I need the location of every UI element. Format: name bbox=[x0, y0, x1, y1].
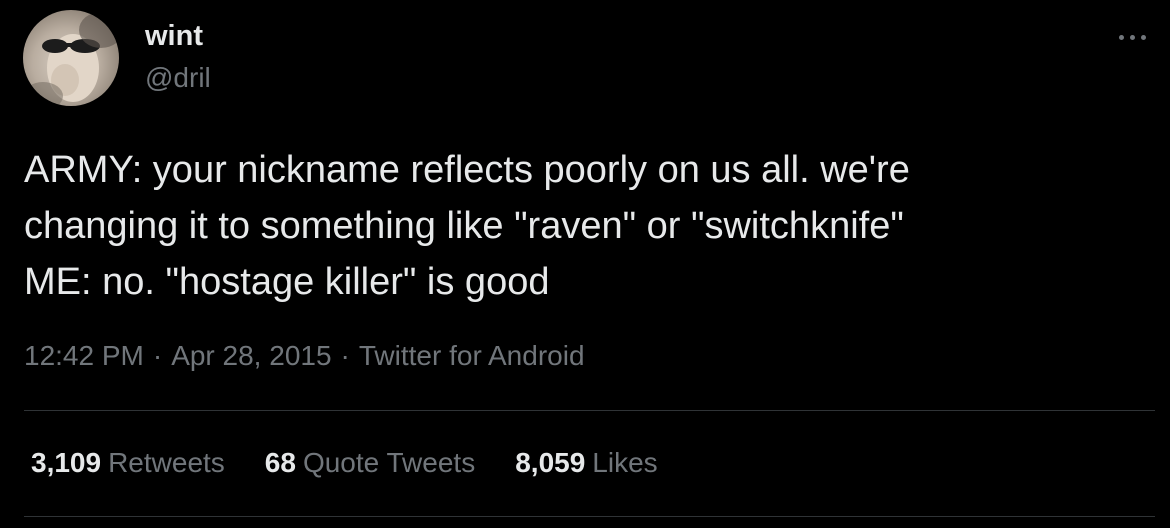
tweet-time[interactable]: 12:42 PM bbox=[24, 340, 144, 371]
divider bbox=[24, 410, 1155, 411]
avatar-image bbox=[23, 12, 119, 106]
more-horizontal-icon-dot bbox=[1129, 34, 1135, 40]
avatar[interactable] bbox=[23, 10, 119, 106]
more-horizontal-icon-dot bbox=[1140, 34, 1146, 40]
quote-tweets-count: 68 bbox=[264, 447, 296, 478]
tweet-source[interactable]: Twitter for Android bbox=[359, 340, 585, 371]
more-options-button[interactable] bbox=[1110, 20, 1154, 54]
meta-separator: · bbox=[152, 340, 163, 371]
more-horizontal-icon bbox=[1118, 34, 1124, 40]
quote-tweets-stat[interactable]: 68 Quote Tweets bbox=[265, 447, 475, 479]
tweet-metadata: 12:42 PM · Apr 28, 2015 · Twitter for Androi… bbox=[24, 340, 585, 372]
author-handle[interactable]: @dril bbox=[145, 62, 211, 94]
retweets-stat[interactable]: 3,109 Retweets bbox=[31, 447, 225, 479]
tweet-stats: 3,109 Retweets 68 Quote Tweets 8,059 Likes bbox=[31, 447, 698, 479]
retweets-count: 3,109 bbox=[31, 447, 102, 478]
meta-separator: · bbox=[340, 340, 350, 371]
retweets-label: Retweets bbox=[108, 447, 225, 478]
likes-count: 8,059 bbox=[515, 447, 586, 478]
likes-label: Likes bbox=[592, 447, 658, 478]
tweet-text: ARMY: your nickname reflects poorly on u… bbox=[24, 149, 910, 303]
divider bbox=[24, 516, 1155, 517]
tweet-date[interactable]: Apr 28, 2015 bbox=[171, 340, 331, 371]
quote-tweets-label: Quote Tweets bbox=[302, 447, 476, 478]
author-name[interactable]: wint bbox=[145, 20, 203, 53]
tweet-card: wint @dril ARMY: your nickname reflects … bbox=[0, 0, 1170, 528]
likes-stat[interactable]: 8,059 Likes bbox=[515, 447, 657, 479]
